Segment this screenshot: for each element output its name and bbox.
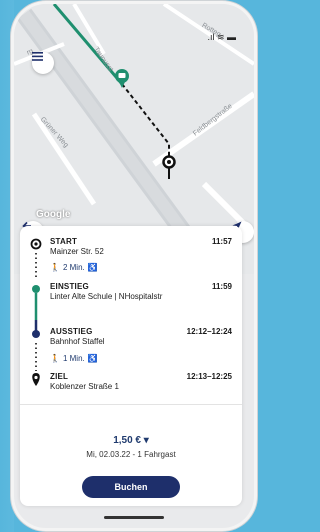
walk-segment-2: 🚶 1 Min. ♿ [50, 354, 98, 363]
einstieg-address: Linter Alte Schule | NHospitalstr [50, 292, 163, 301]
trip-timeline [30, 238, 42, 386]
ziel-title: ZIEL [50, 372, 69, 381]
accessibility-icon: ♿ [87, 263, 98, 272]
price-selector[interactable]: 1,50 € ▾ [20, 435, 242, 446]
trip-details-card: START 11:57 Mainzer Str. 52 🚶 2 Min. ♿ E… [20, 226, 242, 506]
ausstieg-title: AUSSTIEG [50, 327, 93, 336]
start-time: 11:57 [211, 237, 232, 246]
ausstieg-address: Bahnhof Staffel [50, 337, 105, 346]
start-title: START [50, 237, 78, 246]
einstieg-time: 11:59 [211, 282, 232, 291]
ziel-time: 12:13–12:25 [186, 372, 232, 381]
book-button[interactable]: Buchen [82, 476, 180, 498]
status-bar-icons: .ıl ≋ ▬ [207, 32, 236, 42]
phone-frame: Taunusst Feldbergstraße Grüner Weg Rotte… [14, 4, 254, 528]
walk-duration: 2 Min. [62, 263, 85, 272]
hamburger-icon [32, 52, 43, 61]
walking-person-icon: 🚶 [50, 354, 60, 363]
background [0, 0, 14, 532]
ausstieg-time: 12:12–12:24 [186, 327, 232, 336]
walking-person-icon: 🚶 [50, 263, 60, 272]
home-indicator [104, 516, 164, 519]
einstieg-title: EINSTIEG [50, 282, 89, 291]
start-location-icon[interactable] [162, 155, 176, 180]
menu-button[interactable] [32, 52, 54, 74]
accessibility-icon: ♿ [87, 354, 98, 363]
trip-date-passengers: Mi, 02.03.22 - 1 Fahrgast [86, 450, 176, 459]
ziel-address: Koblenzer Straße 1 [50, 382, 119, 391]
google-logo: Google [36, 209, 71, 220]
divider [20, 404, 242, 405]
pickup-pin-icon[interactable] [115, 69, 129, 88]
start-address: Mainzer Str. 52 [50, 247, 104, 256]
walk-duration: 1 Min. [62, 354, 85, 363]
walk-segment-1: 🚶 2 Min. ♿ [50, 263, 98, 272]
